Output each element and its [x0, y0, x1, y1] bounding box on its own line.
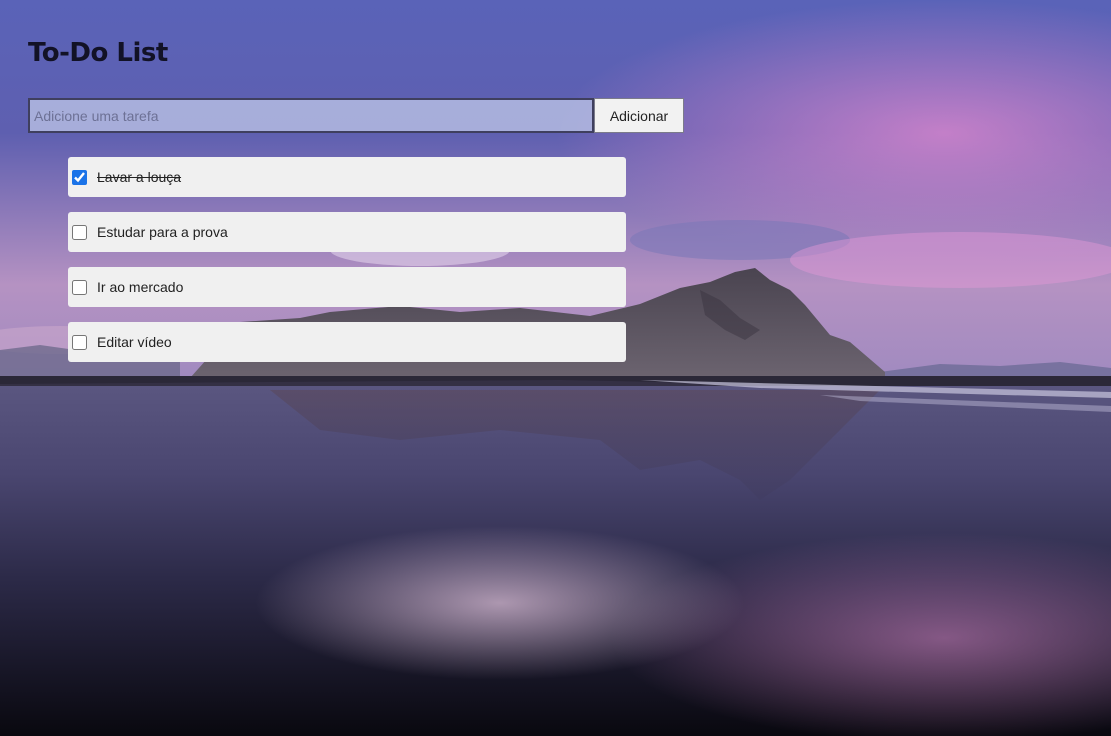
task-list: Lavar a louça Estudar para a prova Ir ao…: [68, 157, 626, 377]
task-item: Estudar para a prova: [68, 212, 626, 252]
task-checkbox[interactable]: [72, 224, 87, 240]
task-item: Editar vídeo: [68, 322, 626, 362]
task-item: Ir ao mercado: [68, 267, 626, 307]
task-checkbox[interactable]: [72, 334, 87, 350]
add-task-button[interactable]: Adicionar: [594, 98, 684, 133]
task-label: Ir ao mercado: [97, 279, 184, 295]
task-checkbox[interactable]: [72, 279, 87, 295]
task-checkbox[interactable]: [72, 169, 87, 185]
task-label: Editar vídeo: [97, 334, 172, 350]
task-item: Lavar a louça: [68, 157, 626, 197]
todo-app: To-Do List Adicionar Lavar a louça Estud…: [0, 0, 1111, 736]
task-label: Lavar a louça: [97, 169, 182, 185]
task-input[interactable]: [28, 98, 594, 133]
page-title: To-Do List: [28, 38, 168, 68]
task-label: Estudar para a prova: [97, 224, 228, 240]
